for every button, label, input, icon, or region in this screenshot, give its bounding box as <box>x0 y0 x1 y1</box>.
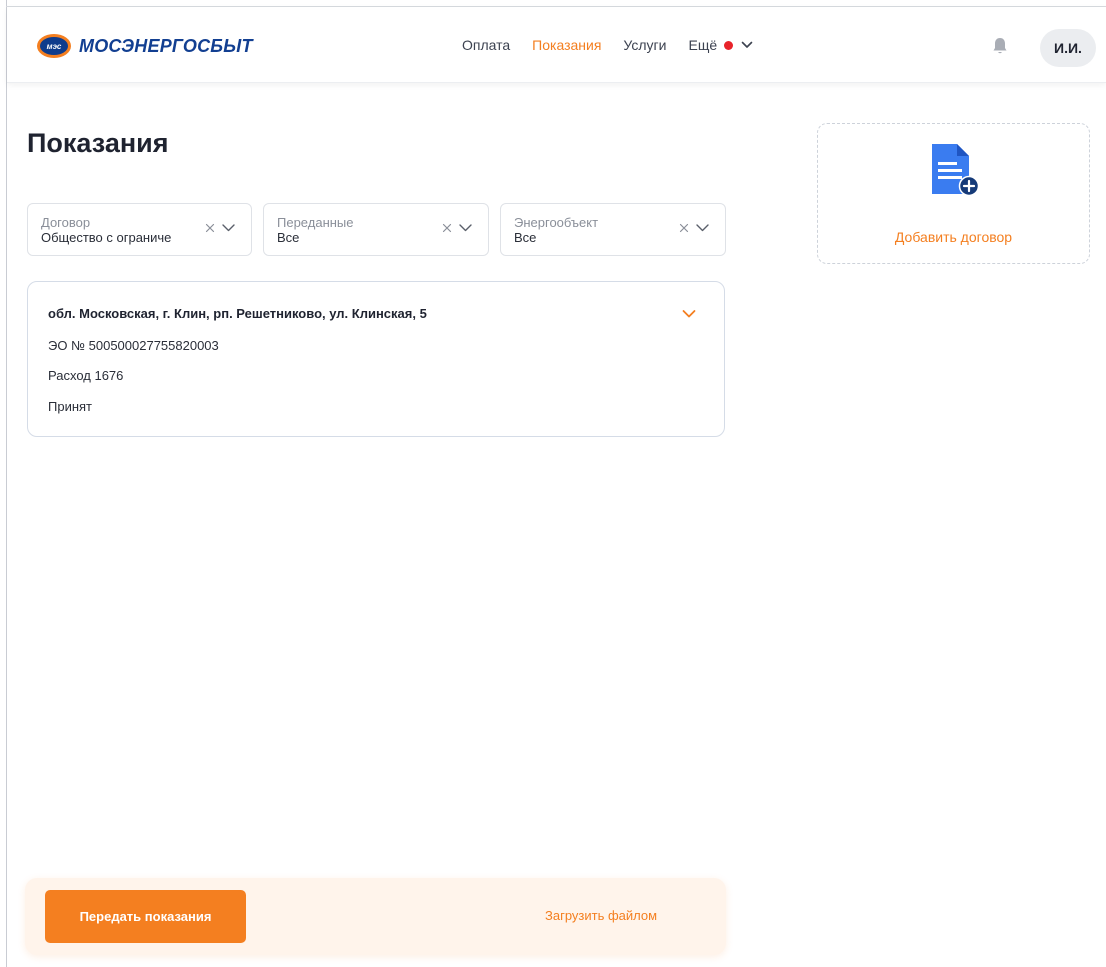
filter-energy-object-label: Энергообъект <box>514 215 599 230</box>
window-border-left <box>6 0 7 967</box>
brand-name: МОСЭНЕРГОСБЫТ <box>79 35 253 56</box>
submit-readings-button[interactable]: Передать показания <box>45 890 246 943</box>
nav-item-services[interactable]: Услуги <box>623 37 666 53</box>
filter-contract-controls <box>205 223 235 233</box>
nav-more-menu[interactable]: Ещё <box>688 37 753 53</box>
filter-energy-object-controls <box>679 223 709 233</box>
filter-submitted-label: Переданные <box>277 215 354 230</box>
user-avatar[interactable]: И.И. <box>1040 29 1096 67</box>
add-contract-label: Добавить договор <box>894 229 1013 245</box>
filter-energy-object[interactable]: Энергообъект Все <box>500 203 726 256</box>
chevron-down-icon[interactable] <box>222 224 235 232</box>
nav-item-payment[interactable]: Оплата <box>462 37 510 53</box>
top-header: мэс МОСЭНЕРГОСБЫТ Оплата Показания Услуг… <box>7 7 1106 83</box>
bottom-action-bar: Передать показания Загрузить файлом <box>25 878 726 955</box>
reading-consumption: Расход 1676 <box>48 368 124 383</box>
filter-energy-object-value: Все <box>514 230 537 245</box>
filter-submitted-value: Все <box>277 230 300 245</box>
main-nav: Оплата Показания Услуги Ещё <box>462 37 753 53</box>
expand-chevron-icon[interactable] <box>682 309 696 319</box>
reading-eo-number: ЭО № 500500027755820003 <box>48 338 219 353</box>
chevron-down-icon[interactable] <box>696 224 709 232</box>
logo-badge-text: мэс <box>46 41 62 51</box>
bell-icon[interactable] <box>992 37 1008 55</box>
reading-status: Принят <box>48 399 93 414</box>
reading-card[interactable]: обл. Московская, г. Клин, рп. Решетников… <box>27 281 725 437</box>
clear-icon[interactable] <box>205 223 215 233</box>
clear-icon[interactable] <box>442 223 452 233</box>
upload-file-link[interactable]: Загрузить файлом <box>545 908 657 923</box>
chevron-down-icon[interactable] <box>459 224 472 232</box>
logo-badge-icon: мэс <box>37 34 71 58</box>
add-document-icon <box>932 144 979 196</box>
reading-address: обл. Московская, г. Клин, рп. Решетников… <box>48 306 427 321</box>
filter-contract[interactable]: Договор Общество с ограниче <box>27 203 252 256</box>
filter-contract-value: Общество с ограниче <box>41 230 172 245</box>
add-contract-card[interactable]: Добавить договор <box>817 123 1090 264</box>
brand-logo[interactable]: мэс МОСЭНЕРГОСБЫТ <box>37 34 253 58</box>
filter-contract-label: Договор <box>41 215 91 230</box>
page-title: Показания <box>27 128 169 158</box>
nav-item-readings[interactable]: Показания <box>532 37 601 53</box>
clear-icon[interactable] <box>679 223 689 233</box>
filter-submitted[interactable]: Переданные Все <box>263 203 489 256</box>
nav-more-label: Ещё <box>688 37 718 53</box>
filter-submitted-controls <box>442 223 472 233</box>
notification-dot <box>724 40 734 50</box>
chevron-down-icon <box>741 41 753 48</box>
